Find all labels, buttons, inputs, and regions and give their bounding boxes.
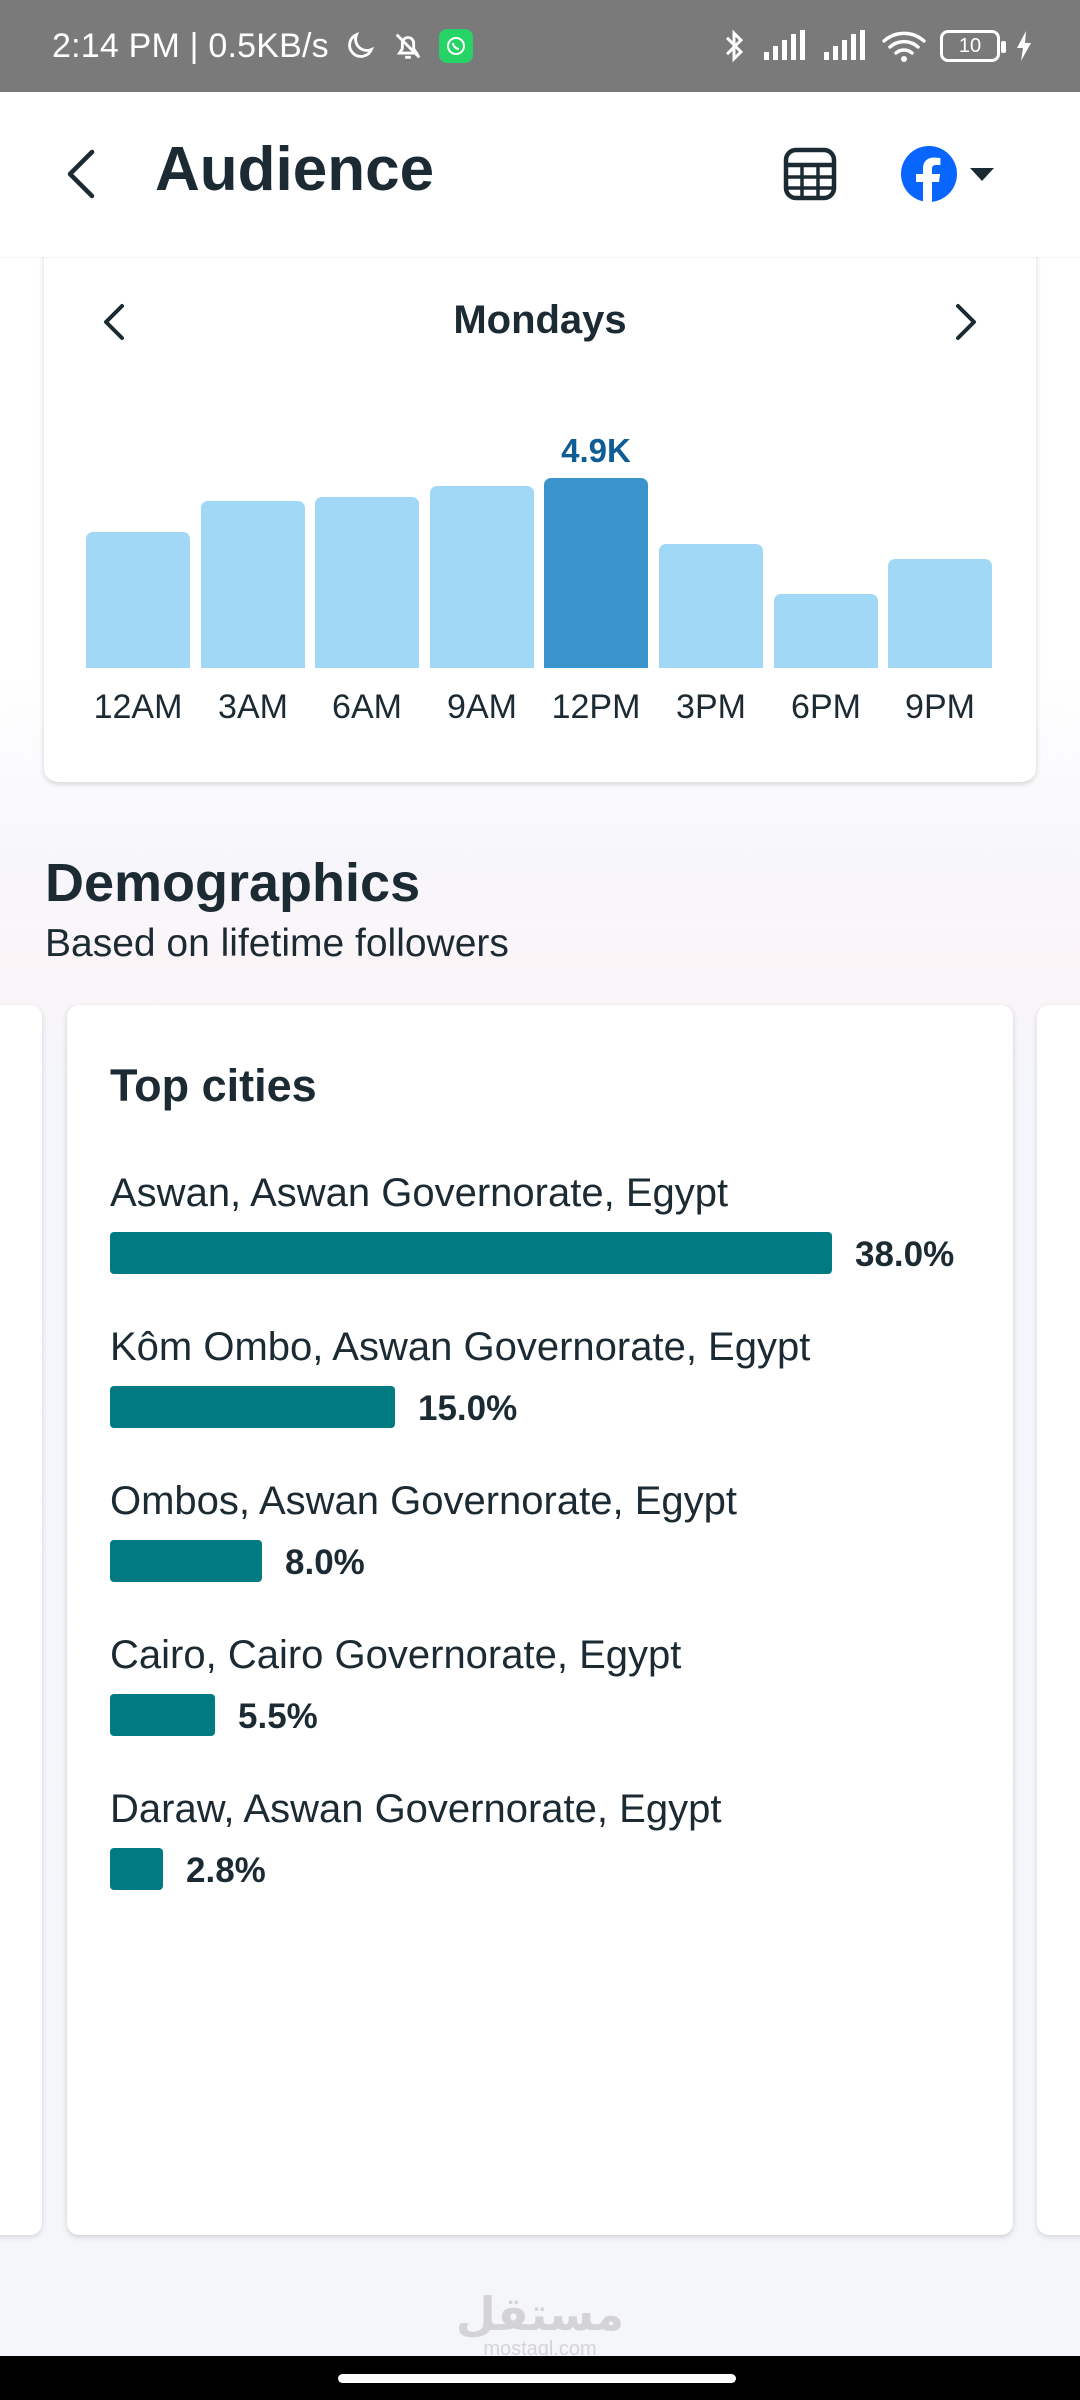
hour-bar-3am[interactable] [201,501,305,668]
watermark-arabic: مستقل [455,2288,625,2340]
city-percent-bar [110,1848,163,1890]
hour-bar-6am[interactable] [315,497,419,668]
table-view-button[interactable] [780,144,840,204]
hour-bar-9pm[interactable] [888,559,992,668]
city-row: Aswan, Aswan Governorate, Egypt 38.0% [110,1171,990,1311]
status-bar-left: 2:14 PM | 0.5KB/s [52,27,473,66]
day-label: Mondays [453,298,627,342]
hour-bar-3pm[interactable] [659,544,763,668]
city-percent-bar [110,1232,832,1274]
back-button[interactable] [56,144,106,204]
city-row: Ombos, Aswan Governorate, Egypt 8.0% [110,1479,990,1619]
watermark: مستقل mostaql.com [0,2290,1080,2360]
facebook-icon [901,146,957,203]
status-bar: 2:14 PM | 0.5KB/s 10 [0,0,1080,92]
battery-level: 10 [958,34,982,57]
status-bar-right: 10 [720,28,1034,64]
chevron-left-icon [67,149,95,199]
charging-icon [1014,29,1034,63]
previous-demographics-card[interactable] [0,1005,42,2235]
city-row: Daraw, Aswan Governorate, Egypt 2.8% [110,1787,990,1927]
active-times-card: Mondays 4.9K 12AM 3AM 6AM 9AM 12PM 3PM 6PM 9PM [44,230,1036,782]
status-time-speed: 2:14 PM | 0.5KB/s [52,26,329,65]
city-name: Ombos, Aswan Governorate, Egypt [110,1479,737,1523]
city-percent-label: 5.5% [238,1697,318,1736]
city-name: Daraw, Aswan Governorate, Egypt [110,1787,722,1831]
hour-bar-12pm[interactable] [544,478,648,668]
hour-bar-6pm[interactable] [774,594,878,668]
city-name: Kôm Ombo, Aswan Governorate, Egypt [110,1325,811,1369]
bluetooth-icon [720,28,748,64]
hour-label-6am: 6AM [332,688,402,726]
city-percent-bar [110,1540,262,1582]
city-percent-bar [110,1694,215,1736]
city-percent-label: 2.8% [186,1851,266,1890]
hour-label-12pm: 12PM [551,688,641,726]
whatsapp-icon [438,29,473,63]
next-demographics-card[interactable] [1037,1005,1080,2235]
top-cities-card: Top cities Aswan, Aswan Governorate, Egy… [67,1005,1013,2235]
page-title: Audience [155,135,435,204]
signal-icon-2 [822,30,868,62]
hour-label-9pm: 9PM [905,688,975,726]
top-cities-title: Top cities [110,1060,317,1111]
hour-label-6pm: 6PM [791,688,861,726]
demographics-title: Demographics [45,853,421,913]
home-indicator[interactable] [338,2374,736,2383]
peak-value-label: 4.9K [561,432,631,469]
city-row: Kôm Ombo, Aswan Governorate, Egypt 15.0% [110,1325,990,1465]
city-name: Aswan, Aswan Governorate, Egypt [110,1171,729,1215]
next-day-button[interactable] [941,292,991,352]
app-header: Audience [0,92,1080,257]
account-switcher-button[interactable] [900,142,1010,206]
signal-icon [762,30,808,62]
table-icon [783,147,837,201]
hour-label-3am: 3AM [218,688,288,726]
hour-label-9am: 9AM [447,688,517,726]
city-percent-bar [110,1386,395,1428]
city-row: Cairo, Cairo Governorate, Egypt 5.5% [110,1633,990,1773]
battery-icon: 10 [940,30,1006,62]
city-percent-label: 15.0% [418,1389,518,1428]
hour-label-3pm: 3PM [676,688,746,726]
city-percent-label: 8.0% [285,1543,365,1582]
wifi-icon [882,29,926,63]
chevron-right-icon [956,304,976,340]
hour-label-12am: 12AM [93,688,183,726]
caret-down-icon [970,168,994,181]
hour-bar-12am[interactable] [86,532,190,668]
city-percent-label: 38.0% [855,1235,955,1274]
system-nav-bar [0,2356,1080,2400]
bell-off-icon [391,29,425,63]
hour-bar-9am[interactable] [430,486,534,668]
moon-icon [343,29,377,63]
demographics-subtitle: Based on lifetime followers [45,922,509,965]
city-name: Cairo, Cairo Governorate, Egypt [110,1633,682,1677]
